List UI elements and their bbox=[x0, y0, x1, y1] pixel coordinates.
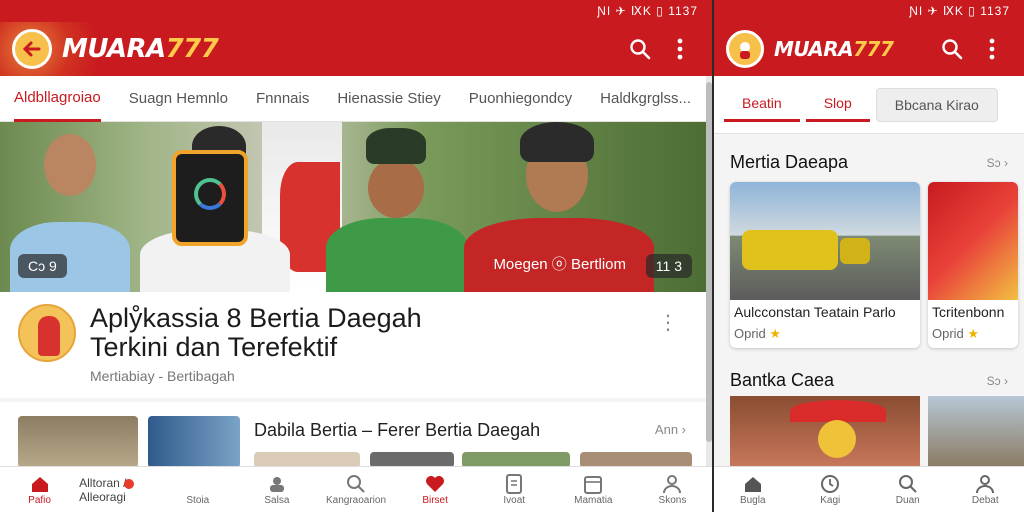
tab-0[interactable]: Aldbllagroiao bbox=[14, 76, 101, 122]
article-card[interactable]: Aplẙkassia 8 Bertia Daegah Terkini dan T… bbox=[0, 292, 706, 398]
hero-caption: Moegen ⓞ Bertliom bbox=[493, 256, 626, 273]
nav-skons[interactable]: Skons bbox=[633, 467, 712, 512]
section-more-link[interactable]: Sɔ › bbox=[987, 156, 1008, 170]
hero-image[interactable]: Cɔ 9 Moegen ⓞ Bertliom 11 3 bbox=[0, 122, 706, 292]
star-icon: ★ bbox=[967, 326, 980, 341]
related-title: Dabila Bertia – Ferer Bertia Daegah bbox=[254, 420, 541, 440]
heart-icon bbox=[425, 473, 445, 495]
nav-home[interactable]: Pafio bbox=[0, 467, 79, 512]
status-bar: ƝI ✈ ⅨK ▯ 1137 bbox=[714, 0, 1024, 22]
related-more-link[interactable]: Ann › bbox=[655, 422, 686, 437]
main-screen: ƝI ✈ ⅨK ▯ 1137 MUARA777 Aldbllagroiao Su… bbox=[0, 0, 712, 512]
app-bar: MUARA777 bbox=[714, 22, 1024, 76]
app-bar: MUARA777 bbox=[0, 22, 712, 76]
section-title: Mertia Daeapa bbox=[730, 152, 849, 172]
search-icon bbox=[898, 473, 918, 495]
document-icon bbox=[505, 473, 523, 495]
section-more-link[interactable]: Sɔ › bbox=[987, 374, 1008, 388]
nav-home[interactable]: Bugla bbox=[714, 467, 792, 512]
smartphone-image bbox=[172, 150, 248, 246]
tab-5[interactable]: Haldkgrglss... bbox=[600, 76, 691, 122]
home-icon bbox=[30, 473, 50, 495]
calendar-icon bbox=[584, 473, 603, 495]
nav-duan[interactable]: Duan bbox=[869, 467, 947, 512]
related-section: Dabila Bertia – Ferer Bertia Daegah Ann … bbox=[0, 402, 706, 468]
more-vert-icon[interactable]: ⋮ bbox=[658, 310, 678, 335]
person-figure bbox=[322, 122, 472, 292]
category-tabs: Aldbllagroiao Suagn Hemnlo Fnnnais Hiena… bbox=[0, 76, 712, 122]
tab-4[interactable]: Puonhiegondcy bbox=[469, 76, 572, 122]
duration-badge: 11 3 bbox=[645, 254, 692, 278]
related-thumbnail[interactable] bbox=[148, 416, 240, 468]
group-icon bbox=[267, 473, 287, 495]
image-counter-badge: Cɔ 9 bbox=[18, 254, 67, 278]
star-icon: ★ bbox=[769, 326, 782, 341]
nav-birset[interactable]: Birset bbox=[396, 467, 475, 512]
nav-debat[interactable]: Debat bbox=[947, 467, 1024, 512]
home-icon bbox=[743, 473, 763, 495]
article-headline: Aplẙkassia 8 Bertia Daegah Terkini dan T… bbox=[90, 303, 422, 362]
tab-slop[interactable]: Slop bbox=[805, 87, 870, 122]
nav-stoia[interactable]: Stoia bbox=[158, 467, 237, 512]
secondary-screen: ƝI ✈ ⅨK ▯ 1137 MUARA777 Beatin Slop Bbca… bbox=[714, 0, 1024, 512]
app-logo-icon bbox=[726, 30, 764, 68]
related-thumbnail[interactable] bbox=[18, 416, 138, 468]
news-card[interactable]: Tcritenbonn Oprid ★ bbox=[928, 182, 1018, 348]
section-title: Bantka Caea bbox=[730, 370, 835, 390]
nav-kagi[interactable]: Kagi bbox=[792, 467, 870, 512]
app-logo: MUARA777 bbox=[62, 34, 219, 64]
nav-mamatia[interactable]: Mamatia bbox=[554, 467, 633, 512]
publisher-avatar bbox=[18, 304, 76, 362]
profile-icon bbox=[662, 473, 682, 495]
news-card-image bbox=[928, 182, 1018, 300]
news-card-image[interactable] bbox=[730, 396, 1024, 468]
nav-kangraoarion[interactable]: Kangraoarion bbox=[316, 467, 395, 512]
status-text: ƝI ✈ ⅨK ▯ 1137 bbox=[909, 4, 1010, 18]
status-text: ƝI ✈ ⅨK ▯ 1137 bbox=[597, 4, 698, 18]
filter-tabs: Beatin Slop Bbcana Kirao bbox=[714, 76, 1024, 134]
news-card[interactable]: Aulcconstan Teatain Parlo Oprid ★ bbox=[730, 182, 920, 348]
bottom-navigation: Bugla Kagi Duan Debat bbox=[714, 466, 1024, 512]
more-vert-icon[interactable] bbox=[660, 29, 700, 69]
search-icon bbox=[346, 473, 366, 495]
scrollbar[interactable] bbox=[706, 76, 712, 468]
bottom-navigation: Pafio Alltoran / Alleoragi Stoia Salsa K… bbox=[0, 466, 712, 512]
more-vert-icon[interactable] bbox=[972, 29, 1012, 69]
news-card-image bbox=[730, 182, 920, 300]
tab-beatin[interactable]: Beatin bbox=[724, 87, 800, 122]
nav-ivoat[interactable]: Ivoat bbox=[475, 467, 554, 512]
app-logo: MUARA777 bbox=[774, 37, 894, 61]
tab-2[interactable]: Fnnnais bbox=[256, 76, 309, 122]
tab-bbcana[interactable]: Bbcana Kirao bbox=[875, 87, 998, 122]
nav-salsa[interactable]: Salsa bbox=[237, 467, 316, 512]
profile-icon bbox=[975, 473, 995, 495]
search-icon[interactable] bbox=[620, 29, 660, 69]
clock-icon bbox=[820, 473, 840, 495]
tab-3[interactable]: Hienassie Stiey bbox=[337, 76, 440, 122]
back-logo-icon[interactable] bbox=[12, 29, 52, 69]
nav-alltoran[interactable]: Alltoran / Alleoragi bbox=[79, 467, 158, 512]
tab-1[interactable]: Suagn Hemnlo bbox=[129, 76, 228, 122]
status-bar: ƝI ✈ ⅨK ▯ 1137 bbox=[0, 0, 712, 22]
article-meta: Mertiabiay - Bertibagah bbox=[90, 368, 235, 384]
search-icon[interactable] bbox=[932, 29, 972, 69]
